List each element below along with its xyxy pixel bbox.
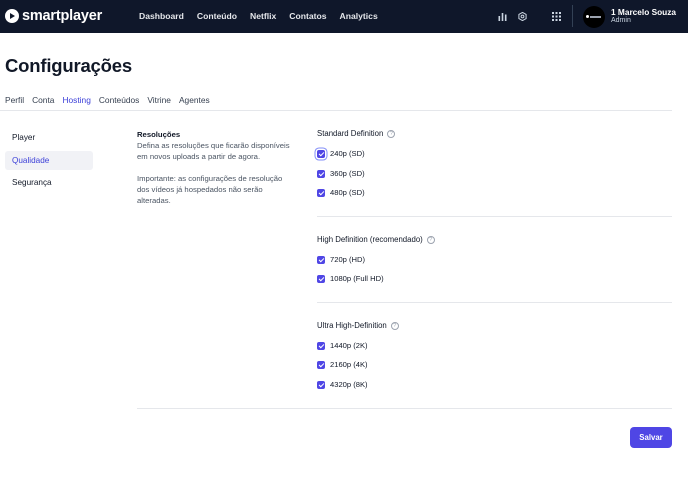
option-4320p[interactable]: 4320p (8K) [317,380,368,390]
checkbox-240p[interactable] [317,150,325,158]
option-label: 480p (SD) [330,188,365,197]
option-2160p[interactable]: 2160p (4K) [317,360,368,370]
user-role: Admin [611,17,631,24]
nav-item-contatos[interactable]: Contatos [289,11,326,21]
tab-agentes[interactable]: Agentes [179,95,210,111]
form-divider [137,408,672,409]
option-label: 360p (SD) [330,169,365,178]
option-label: 2160p (4K) [330,360,368,369]
nav-item-conteudo[interactable]: Conteúdo [197,11,237,21]
group-title-text: High Definition (recomendado) [317,235,423,244]
brand-logo[interactable]: smartplayer [5,8,102,24]
option-1440p[interactable]: 1440p (2K) [317,341,368,351]
help-icon[interactable]: ? [426,236,435,244]
sidebar-item-qualidade[interactable]: Qualidade [5,151,93,170]
nav-item-dashboard[interactable]: Dashboard [139,11,184,21]
option-label: 1080p (Full HD) [330,274,384,283]
play-circle-icon [5,9,19,23]
resolution-description: Resoluções Defina as resoluções que fica… [137,129,292,217]
help-icon[interactable]: ? [387,130,396,138]
option-240p[interactable]: 240p (SD) [317,149,365,159]
tab-hosting[interactable]: Hosting [62,95,91,111]
group-divider [317,216,672,217]
bar-chart-icon[interactable] [498,12,507,21]
option-720p[interactable]: 720p (HD) [317,255,365,265]
help-icon[interactable]: ? [390,322,399,330]
option-label: 4320p (8K) [330,380,368,389]
tab-vitrine[interactable]: Vitrine [147,95,171,111]
group-divider [317,302,672,303]
option-360p[interactable]: 360p (SD) [317,169,365,179]
checkbox-480p[interactable] [317,189,325,197]
top-navigation-bar: smartplayer Dashboard Conteúdo Netflix C… [0,0,688,33]
option-label: 1440p (2K) [330,341,368,350]
settings-tabs: Perfil Conta Hosting Conteúdos Vitrine A… [5,95,218,111]
tabs-divider [0,110,672,111]
gear-icon[interactable] [518,12,527,21]
option-label: 240p (SD) [330,149,365,158]
tab-conta[interactable]: Conta [32,95,54,111]
checkbox-720p[interactable] [317,256,325,264]
user-name[interactable]: 1 Marcelo Souza [611,7,676,17]
group-title-standard: Standard Definition ? [317,129,396,139]
sidebar-item-seguranca[interactable]: Segurança [5,173,93,192]
description-title: Resoluções [137,130,181,139]
group-title-text: Ultra High-Definition [317,321,387,330]
group-title-high: High Definition (recomendado) ? [317,235,435,245]
brand-name: smartplayer [22,8,103,24]
tab-perfil[interactable]: Perfil [5,95,24,111]
nav-item-netflix[interactable]: Netflix [250,11,276,21]
option-1080p[interactable]: 1080p (Full HD) [317,274,384,284]
avatar[interactable] [583,6,605,28]
checkbox-4320p[interactable] [317,381,325,389]
group-title-ultra: Ultra High-Definition ? [317,321,399,331]
main-nav: Dashboard Conteúdo Netflix Contatos Anal… [139,11,391,21]
option-480p[interactable]: 480p (SD) [317,188,365,198]
tab-conteudos[interactable]: Conteúdos [99,95,140,111]
save-button[interactable]: Salvar [630,427,672,448]
page-title: Configurações [5,55,132,76]
apps-grid-icon[interactable] [552,12,561,21]
checkbox-1080p[interactable] [317,275,325,283]
sidebar-item-player[interactable]: Player [5,128,93,147]
toolbar-divider [572,5,573,27]
avatar-logo [586,15,602,18]
description-text: Defina as resoluções que ficarão disponí… [137,141,290,161]
group-title-text: Standard Definition [317,129,384,138]
description-note: Importante: as configurações de resoluçã… [137,174,283,205]
checkbox-360p[interactable] [317,170,325,178]
nav-item-analytics[interactable]: Analytics [340,11,378,21]
checkbox-2160p[interactable] [317,361,325,369]
option-label: 720p (HD) [330,255,366,264]
checkbox-1440p[interactable] [317,342,325,350]
